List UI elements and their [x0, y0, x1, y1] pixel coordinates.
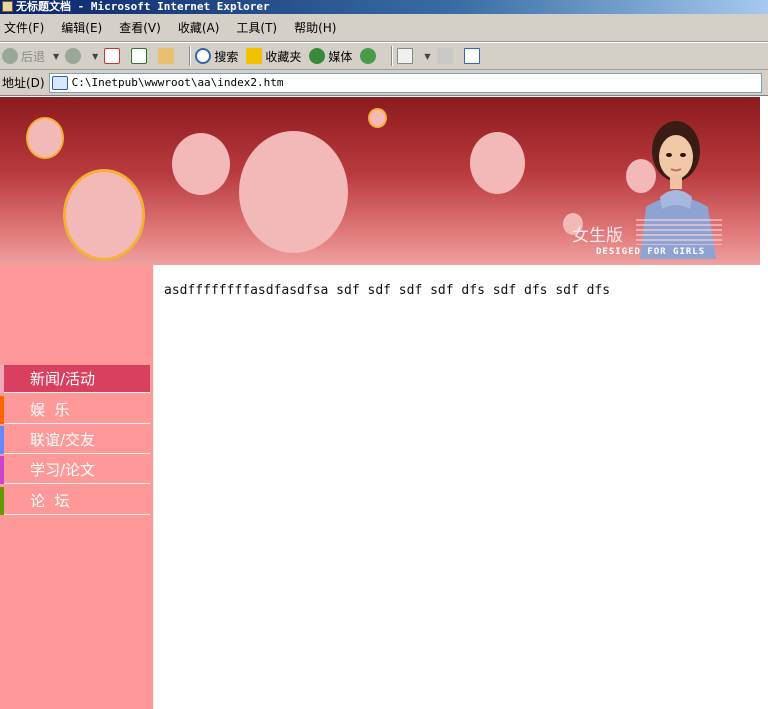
- stop-icon: [104, 48, 121, 64]
- toolbar: 后退 ▼ ▼ 搜索 收藏夹 媒体 ▼: [0, 42, 768, 70]
- bubble-decoration: [26, 117, 64, 159]
- menu-help[interactable]: 帮助(H): [294, 14, 336, 42]
- menu-edit[interactable]: 编辑(E): [61, 14, 102, 42]
- forward-button[interactable]: [65, 48, 84, 64]
- address-input[interactable]: C:\Inetpub\wwwroot\aa\index2.htm: [48, 72, 762, 93]
- home-button[interactable]: [158, 48, 177, 64]
- bubble-decoration: [172, 133, 230, 195]
- back-label: 后退: [21, 49, 46, 64]
- sidebar-item-forum[interactable]: 论 坛: [0, 487, 150, 515]
- sidebar-nav: 新闻/活动 娱 乐 联谊/交友 学习/论文 论 坛: [0, 265, 153, 709]
- nav-accent-bar: [0, 426, 4, 454]
- mail-icon: [397, 48, 414, 64]
- menu-bar: 文件(F) 编辑(E) 查看(V) 收藏(A) 工具(T) 帮助(H): [0, 14, 768, 42]
- media-label: 媒体: [328, 49, 353, 64]
- stripes-decoration: [636, 219, 722, 245]
- history-icon: [360, 48, 377, 64]
- sidebar-item-label: 联谊/交友: [30, 431, 96, 449]
- history-button[interactable]: [360, 48, 379, 64]
- home-icon: [158, 48, 175, 64]
- sidebar-item-label: 娱 乐: [30, 401, 70, 419]
- web-page: 女生版 DESIGED FOR GIRLS 新闻/活动 娱 乐 联谊/交友 学习…: [0, 97, 768, 709]
- bubble-decoration: [368, 108, 387, 128]
- sidebar-item-label: 学习/论文: [30, 461, 96, 479]
- menu-view[interactable]: 查看(V): [119, 14, 161, 42]
- print-button[interactable]: [436, 48, 456, 64]
- ie-app-icon: [2, 1, 13, 12]
- search-icon: [195, 48, 212, 64]
- back-arrow-icon: [2, 48, 18, 64]
- back-dropdown-icon[interactable]: ▼: [53, 52, 59, 61]
- menu-file[interactable]: 文件(F): [4, 14, 44, 42]
- address-label: 地址(D): [2, 76, 45, 90]
- address-bar: 地址(D) C:\Inetpub\wwwroot\aa\index2.htm: [0, 70, 768, 96]
- sidebar-item-label: 新闻/活动: [30, 370, 96, 388]
- nav-accent-bar: [0, 487, 4, 515]
- sidebar-item-study[interactable]: 学习/论文: [0, 456, 150, 484]
- menu-tools[interactable]: 工具(T): [236, 14, 277, 42]
- sidebar-item-entertainment[interactable]: 娱 乐: [0, 396, 150, 424]
- search-button[interactable]: 搜索: [195, 48, 238, 65]
- page-icon: [51, 75, 68, 90]
- forward-dropdown-icon[interactable]: ▼: [92, 52, 98, 61]
- stop-button[interactable]: [104, 48, 123, 64]
- banner-title: 女生版: [572, 226, 623, 246]
- address-url: C:\Inetpub\wwwroot\aa\index2.htm: [71, 76, 284, 89]
- nav-accent-bar: [0, 456, 4, 484]
- refresh-button[interactable]: [131, 48, 150, 64]
- window-title-bar[interactable]: 无标题文档 - Microsoft Internet Explorer: [0, 0, 768, 14]
- bubble-decoration: [63, 169, 145, 261]
- nav-accent-bar: [0, 365, 4, 393]
- toolbar-separator: [189, 46, 192, 66]
- edit-button[interactable]: [463, 48, 483, 64]
- back-button[interactable]: 后退: [2, 48, 45, 65]
- print-icon: [436, 48, 453, 64]
- header-banner: 女生版 DESIGED FOR GIRLS: [0, 97, 760, 265]
- main-content: asdffffffffasdfasdfsa sdf sdf sdf sdf df…: [153, 265, 760, 709]
- bubble-decoration: [239, 131, 348, 253]
- media-icon: [309, 48, 326, 64]
- search-label: 搜索: [214, 49, 239, 64]
- sidebar-item-news[interactable]: 新闻/活动: [0, 365, 150, 393]
- favorites-button[interactable]: 收藏夹: [246, 48, 301, 65]
- mail-dropdown-icon[interactable]: ▼: [424, 52, 430, 61]
- bubble-decoration: [470, 132, 525, 194]
- edit-page-icon: [463, 48, 480, 64]
- nav-accent-bar: [0, 396, 4, 424]
- sidebar-item-label: 论 坛: [30, 492, 70, 510]
- star-icon: [246, 48, 263, 64]
- menu-favorites[interactable]: 收藏(A): [178, 14, 220, 42]
- content-text: asdffffffffasdfasdfsa sdf sdf sdf sdf df…: [164, 283, 611, 298]
- favorites-label: 收藏夹: [265, 49, 302, 64]
- mail-button[interactable]: [397, 48, 416, 64]
- media-button[interactable]: 媒体: [309, 48, 352, 65]
- banner-subtitle: DESIGED FOR GIRLS: [596, 247, 706, 257]
- scrollbar-gutter[interactable]: [760, 97, 768, 709]
- toolbar-separator-2: [391, 46, 394, 66]
- refresh-icon: [131, 48, 148, 64]
- sidebar-item-social[interactable]: 联谊/交友: [0, 426, 150, 454]
- forward-arrow-icon: [65, 48, 82, 64]
- window-title: 无标题文档 - Microsoft Internet Explorer: [16, 0, 270, 13]
